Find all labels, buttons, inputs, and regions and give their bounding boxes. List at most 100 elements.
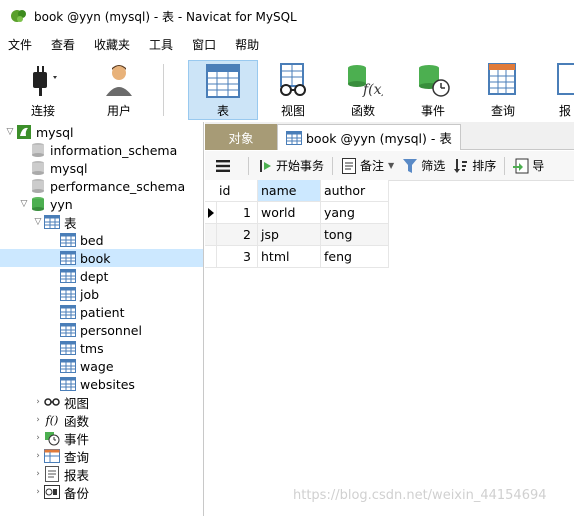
sort-button[interactable]: 排序 (449, 154, 500, 178)
table-button[interactable]: 表 (188, 60, 258, 120)
collapsed-chevron-icon[interactable]: › (32, 483, 44, 501)
table-row[interactable]: 2 jsp tong (205, 224, 389, 246)
menu-tools[interactable]: 工具 (141, 32, 184, 58)
tree-folder-tables[interactable]: ▽ 表 (32, 213, 203, 231)
tree-folder-events[interactable]: › 事件 (32, 429, 203, 447)
column-header-id[interactable]: id (205, 180, 258, 202)
report-button[interactable]: 报 (538, 60, 574, 120)
main-toolbar: 连接 用户 表 视图 f(x 函数 事件 查询 报 (0, 58, 574, 122)
report-icon (44, 466, 60, 482)
event-button[interactable]: 事件 (398, 60, 468, 120)
tree-db-information-schema[interactable]: information_schema (30, 141, 203, 159)
tab-objects[interactable]: 对象 (205, 124, 277, 150)
table-label: 表 (216, 104, 229, 118)
memo-button[interactable]: 备注 ▼ (337, 154, 398, 178)
tree-label: patient (80, 304, 125, 320)
tree-label: bed (80, 232, 104, 248)
tree-folder-views[interactable]: › 视图 (32, 393, 203, 411)
tree-table-job[interactable]: job (0, 285, 203, 303)
cell-author[interactable]: feng (321, 246, 389, 268)
filter-button[interactable]: 筛选 (398, 154, 449, 178)
import-icon (513, 158, 529, 174)
expanded-chevron-icon[interactable]: ▽ (32, 213, 44, 231)
tree-table-wage[interactable]: wage (0, 357, 203, 375)
table-icon (60, 250, 76, 266)
database-gray-icon (30, 142, 46, 158)
connect-button[interactable]: 连接 (8, 60, 78, 120)
cell-id[interactable]: 3 (217, 246, 258, 268)
tree-table-dept[interactable]: dept (0, 267, 203, 285)
view-glasses-icon (273, 62, 313, 98)
svg-text:f(x): f(x) (362, 82, 383, 98)
tree-db-mysql[interactable]: mysql (30, 159, 203, 177)
connect-label: 连接 (30, 104, 55, 118)
database-green-icon (30, 196, 46, 212)
column-header-author[interactable]: author (321, 180, 389, 202)
cell-id[interactable]: 2 (217, 224, 258, 246)
report-label: 报 (558, 104, 571, 118)
collapsed-chevron-icon[interactable]: › (32, 411, 44, 429)
view-button[interactable]: 视图 (258, 60, 328, 120)
import-button[interactable]: 导 (509, 154, 548, 178)
query-button[interactable]: 查询 (468, 60, 538, 120)
function-button[interactable]: f(x) 函数 (328, 60, 398, 120)
grid-toolbar: 开始事务 备注 ▼ 筛选 排序 导 (205, 151, 574, 181)
tree-label: mysql (50, 160, 88, 176)
tree-folder-reports[interactable]: › 报表 (32, 465, 203, 483)
table-icon (60, 340, 76, 356)
menu-button[interactable] (205, 154, 244, 178)
expanded-chevron-icon[interactable]: ▽ (18, 195, 30, 213)
tree-table-personnel[interactable]: personnel (0, 321, 203, 339)
menu-help[interactable]: 帮助 (227, 32, 270, 58)
collapsed-chevron-icon[interactable]: › (32, 447, 44, 465)
toolbar-separator (332, 156, 334, 175)
title-bar: book @yyn (mysql) - 表 - Navicat for MySQ… (0, 0, 574, 32)
cell-author[interactable]: yang (321, 202, 389, 224)
menu-favorites[interactable]: 收藏夹 (86, 32, 141, 58)
menu-window[interactable]: 窗口 (184, 32, 227, 58)
tree-table-bed[interactable]: bed (0, 231, 203, 249)
cell-name[interactable]: html (258, 246, 321, 268)
toolbar-separator (248, 156, 249, 175)
user-button[interactable]: 用户 (84, 60, 154, 120)
grid-header-row: id name author (205, 180, 389, 202)
tree-db-yyn[interactable]: ▽ yyn (18, 195, 203, 213)
collapsed-chevron-icon[interactable]: › (32, 393, 44, 411)
menu-file[interactable]: 文件 (0, 32, 43, 58)
tree-folder-queries[interactable]: › 查询 (32, 447, 203, 465)
tree-table-patient[interactable]: patient (0, 303, 203, 321)
current-row-arrow-icon (208, 208, 214, 218)
expanded-chevron-icon[interactable]: ▽ (4, 123, 16, 141)
tree-db-performance-schema[interactable]: performance_schema (30, 177, 203, 195)
row-marker (205, 246, 217, 268)
tree-connection-mysql[interactable]: ▽ mysql (4, 123, 203, 141)
collapsed-chevron-icon[interactable]: › (32, 465, 44, 483)
collapsed-chevron-icon[interactable]: › (32, 429, 44, 447)
function-label: 函数 (350, 104, 375, 118)
tree-folder-backups[interactable]: › 备份 (32, 483, 203, 501)
table-row[interactable]: 1 world yang (205, 202, 389, 224)
table-icon (60, 322, 76, 338)
toolbar-separator (504, 156, 506, 175)
tree-label: 视图 (64, 395, 90, 411)
tree-label: book (80, 250, 111, 266)
table-icon (286, 130, 302, 145)
menu-view[interactable]: 查看 (43, 32, 86, 58)
tab-book-table[interactable]: book @yyn (mysql) - 表 (277, 124, 461, 150)
tree-label: 表 (64, 215, 77, 231)
filter-label: 筛选 (421, 159, 446, 173)
cell-name[interactable]: world (258, 202, 321, 224)
tree-table-book[interactable]: book (0, 249, 203, 267)
column-header-name[interactable]: name (258, 180, 321, 202)
cell-name[interactable]: jsp (258, 224, 321, 246)
table-row[interactable]: 3 html feng (205, 246, 389, 268)
cell-id[interactable]: 1 (217, 202, 258, 224)
cell-author[interactable]: tong (321, 224, 389, 246)
begin-transaction-button[interactable]: 开始事务 (253, 154, 328, 178)
glasses-icon (44, 394, 60, 410)
tree-folder-functions[interactable]: › f() 函数 (32, 411, 203, 429)
tree-table-websites[interactable]: websites (0, 375, 203, 393)
tree-table-tms[interactable]: tms (0, 339, 203, 357)
menu-bar: 文件 查看 收藏夹 工具 窗口 帮助 (0, 32, 574, 58)
function-icon: f() (45, 413, 59, 427)
